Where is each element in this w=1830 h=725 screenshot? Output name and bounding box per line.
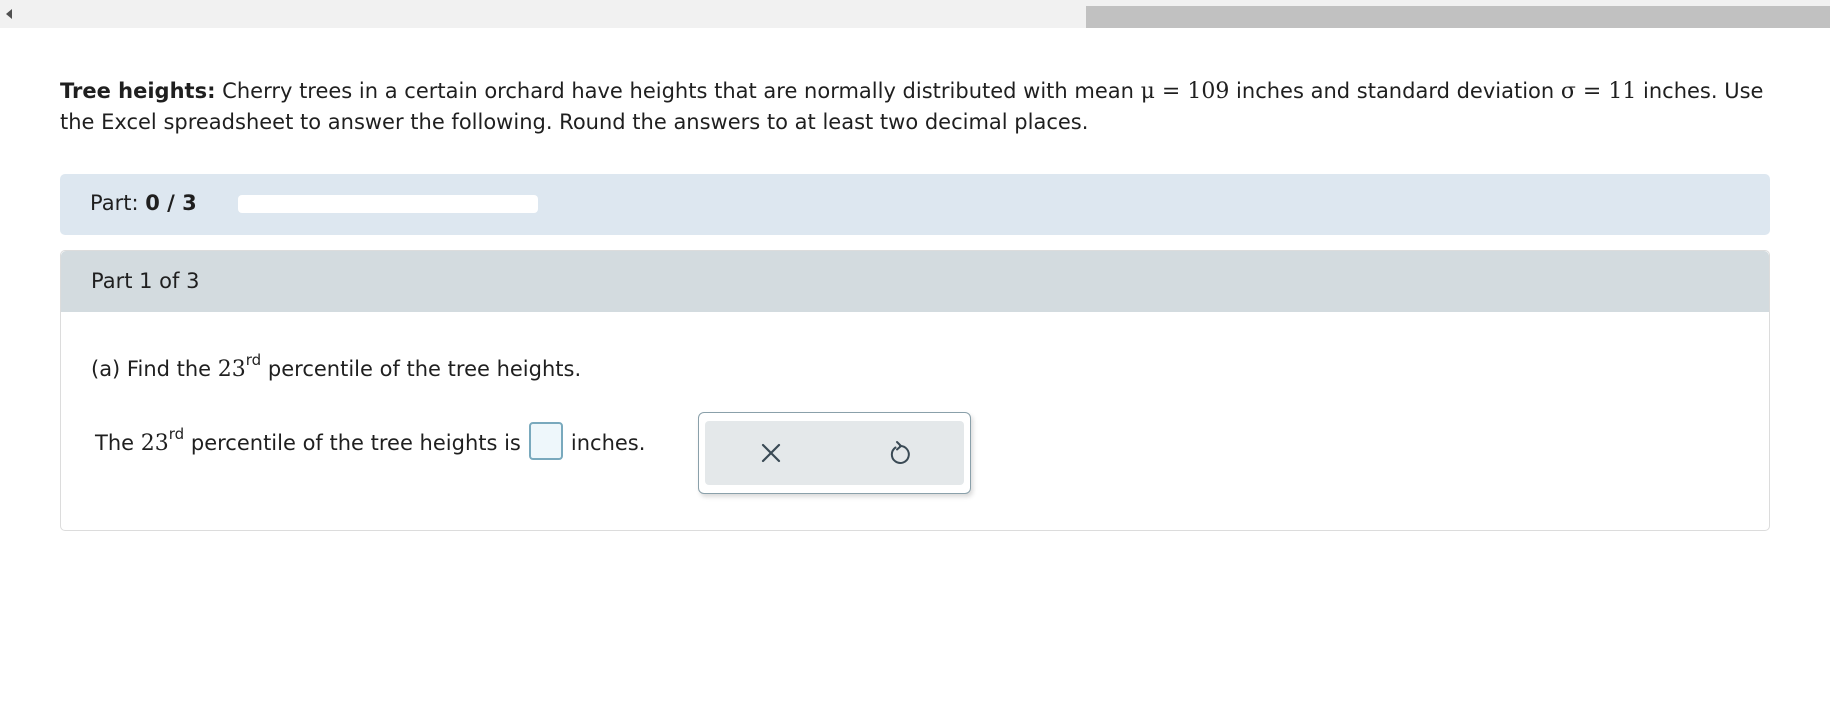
answer-tools-inner — [705, 421, 964, 485]
answer-ordinal: rd — [168, 425, 185, 443]
question-prefix: (a) Find the — [91, 357, 212, 381]
clear-answer-button[interactable] — [753, 435, 789, 471]
mean-symbol: μ = 109 — [1140, 79, 1230, 104]
part-header: Part 1 of 3 — [61, 251, 1769, 312]
answer-tools-panel — [698, 412, 971, 494]
answer-suffix: inches. — [570, 431, 646, 455]
question-ordinal: rd — [245, 351, 262, 369]
progress-track — [238, 195, 538, 213]
undo-button[interactable] — [882, 435, 918, 471]
question-number: 23 — [217, 357, 246, 382]
question-text: (a) Find the 23rd percentile of the tree… — [91, 353, 582, 383]
answer-input[interactable] — [528, 422, 563, 460]
problem-text-1: Cherry trees in a certain orchard have h… — [222, 79, 1134, 103]
undo-icon — [890, 441, 910, 464]
part-progress-label: Part: 0 / 3 — [90, 191, 197, 215]
horizontal-scrollbar[interactable] — [0, 0, 1830, 28]
scrollbar-thumb[interactable] — [1086, 6, 1830, 28]
problem-content: Tree heights: Cherry trees in a certain … — [60, 76, 1770, 531]
part-card: Part 1 of 3 (a) Find the 23rd percentile… — [60, 250, 1770, 531]
close-x-icon — [761, 443, 781, 463]
problem-title: Tree heights: — [60, 79, 216, 103]
sd-symbol: σ = 11 — [1560, 79, 1637, 104]
part-progress-bar: Part: 0 / 3 — [60, 174, 1770, 235]
answer-prefix: The — [95, 431, 135, 455]
answer-number: 23 — [140, 431, 169, 456]
part-header-title: Part 1 of 3 — [91, 269, 200, 293]
part-count: 0 / 3 — [145, 191, 197, 215]
problem-text-2: inches and standard deviation — [1236, 79, 1555, 103]
scroll-left-arrow-icon[interactable] — [6, 9, 12, 19]
answer-middle: percentile of the tree heights is — [190, 431, 521, 455]
problem-statement: Tree heights: Cherry trees in a certain … — [60, 76, 1770, 137]
question-suffix: percentile of the tree heights. — [267, 357, 582, 381]
part-label: Part: — [90, 191, 139, 215]
answer-line: The 23rd percentile of the tree heights … — [95, 422, 646, 463]
